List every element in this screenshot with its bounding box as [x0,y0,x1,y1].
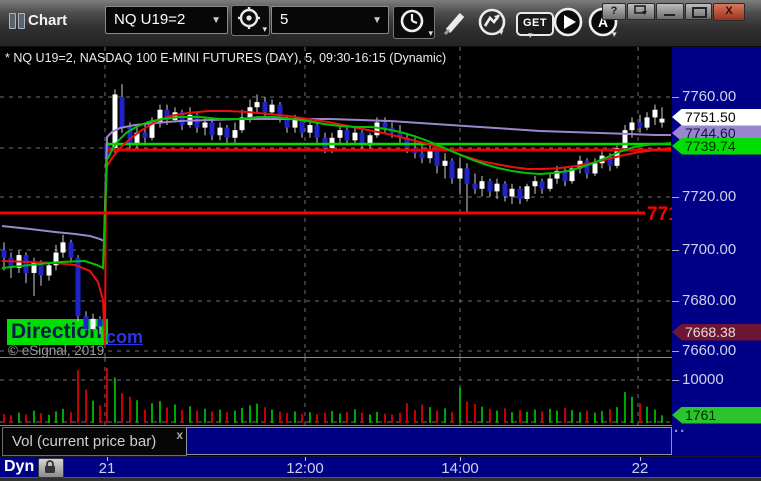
price-badge: 7751.50 [672,108,761,126]
time-axis[interactable]: Dyn 21 12:00 14:00 22 [0,456,761,478]
zigzag-tool-button[interactable]: ▾ [477,7,511,44]
settings-button[interactable]: ▾ [231,5,270,36]
popout-icon [634,5,647,15]
chevron-down-icon: ▾ [612,29,617,39]
minimize-icon [664,14,675,16]
volume-study-label: Vol (current price bar) [12,433,157,450]
price-axis[interactable]: 7760.00 7720.00 7700.00 7680.00 7660.00 10000… [672,47,761,456]
chevron-down-icon: ▾ [528,30,533,40]
axis-tick: 7700.00 [672,242,761,258]
zigzag-icon [478,8,506,36]
play-replay-button[interactable] [553,7,585,44]
symbol-value: NQ U19=2 [114,11,186,28]
candles-layer [1,84,665,335]
ma-red-line [1,110,672,346]
interval-dropdown[interactable]: 5 ▼ [271,6,389,34]
lock-icon [45,460,55,473]
chevron-down-icon: ▼ [372,15,382,26]
symbol-dropdown[interactable]: NQ U19=2 ▼ [105,6,228,34]
chevron-down-icon: ▾ [499,27,504,37]
window-title: Chart [28,12,68,29]
ma-green-line [1,116,672,270]
axis-tick: 7720.00 [672,189,761,205]
draw-pencil-button[interactable] [441,8,471,41]
chevron-down-icon: ▾ [262,24,267,34]
close-icon[interactable]: x [176,428,183,442]
time-tick-label: 22 [631,460,649,477]
axis-tick: 7680.00 [672,293,761,309]
time-tick-label: 14:00 [441,460,479,477]
volume-study-tab[interactable]: Vol (current price bar) x [2,427,187,456]
volume-bars-layer [3,367,663,423]
price-badge: 7739.74 [672,137,761,155]
chart-header: * NQ U19=2, NASDAQ 100 E-MINI FUTURES (D… [5,51,447,65]
maximize-button[interactable] [685,3,712,20]
maximize-icon [692,7,707,18]
chevron-down-icon: ▼ [211,15,221,26]
dynamic-mode-label: Dyn [4,458,35,475]
axis-tick: 10000 [672,372,761,388]
window-bottom-edge [0,477,761,481]
title-bar: Chart NQ U19=2 ▼ ▾ 5 ▼ ▾ ▾ GET ▾ A ▾ ? X [0,0,761,47]
chart-window: Chart NQ U19=2 ▼ ▾ 5 ▼ ▾ ▾ GET ▾ A ▾ ? X… [0,0,761,481]
chevron-down-icon: ▾ [428,28,433,38]
axis-tick: 7760.00 [672,89,761,105]
red-support-label: 771 [647,204,672,225]
play-icon [553,7,583,37]
help-button[interactable]: ? [602,3,626,20]
volume-pane-svg[interactable] [0,358,672,425]
price-pane-svg[interactable]: 771 [0,47,672,357]
pane-divider-bottom [0,425,672,426]
axis-tick: 7660.00 [672,343,761,359]
pane-grip-dots[interactable]: .. [674,419,686,436]
lock-button[interactable] [38,458,64,478]
clock-icon [400,9,424,33]
price-badge: 7668.38 [672,323,761,341]
chart-window-icon [9,13,27,34]
popout-button[interactable] [627,3,655,20]
time-tick-label: 21 [98,460,116,477]
time-template-button[interactable]: ▾ [393,6,435,39]
interval-value: 5 [280,11,289,28]
price-grid [0,47,672,357]
minimize-button[interactable] [656,3,684,20]
pencil-icon [443,13,465,36]
time-tick-label: 12:00 [286,460,324,477]
get-data-button[interactable]: GET [516,12,554,36]
copyright: © eSignal, 2019 [8,343,105,358]
close-button[interactable]: X [713,3,745,21]
horizontal-scrollbar[interactable] [186,427,672,455]
